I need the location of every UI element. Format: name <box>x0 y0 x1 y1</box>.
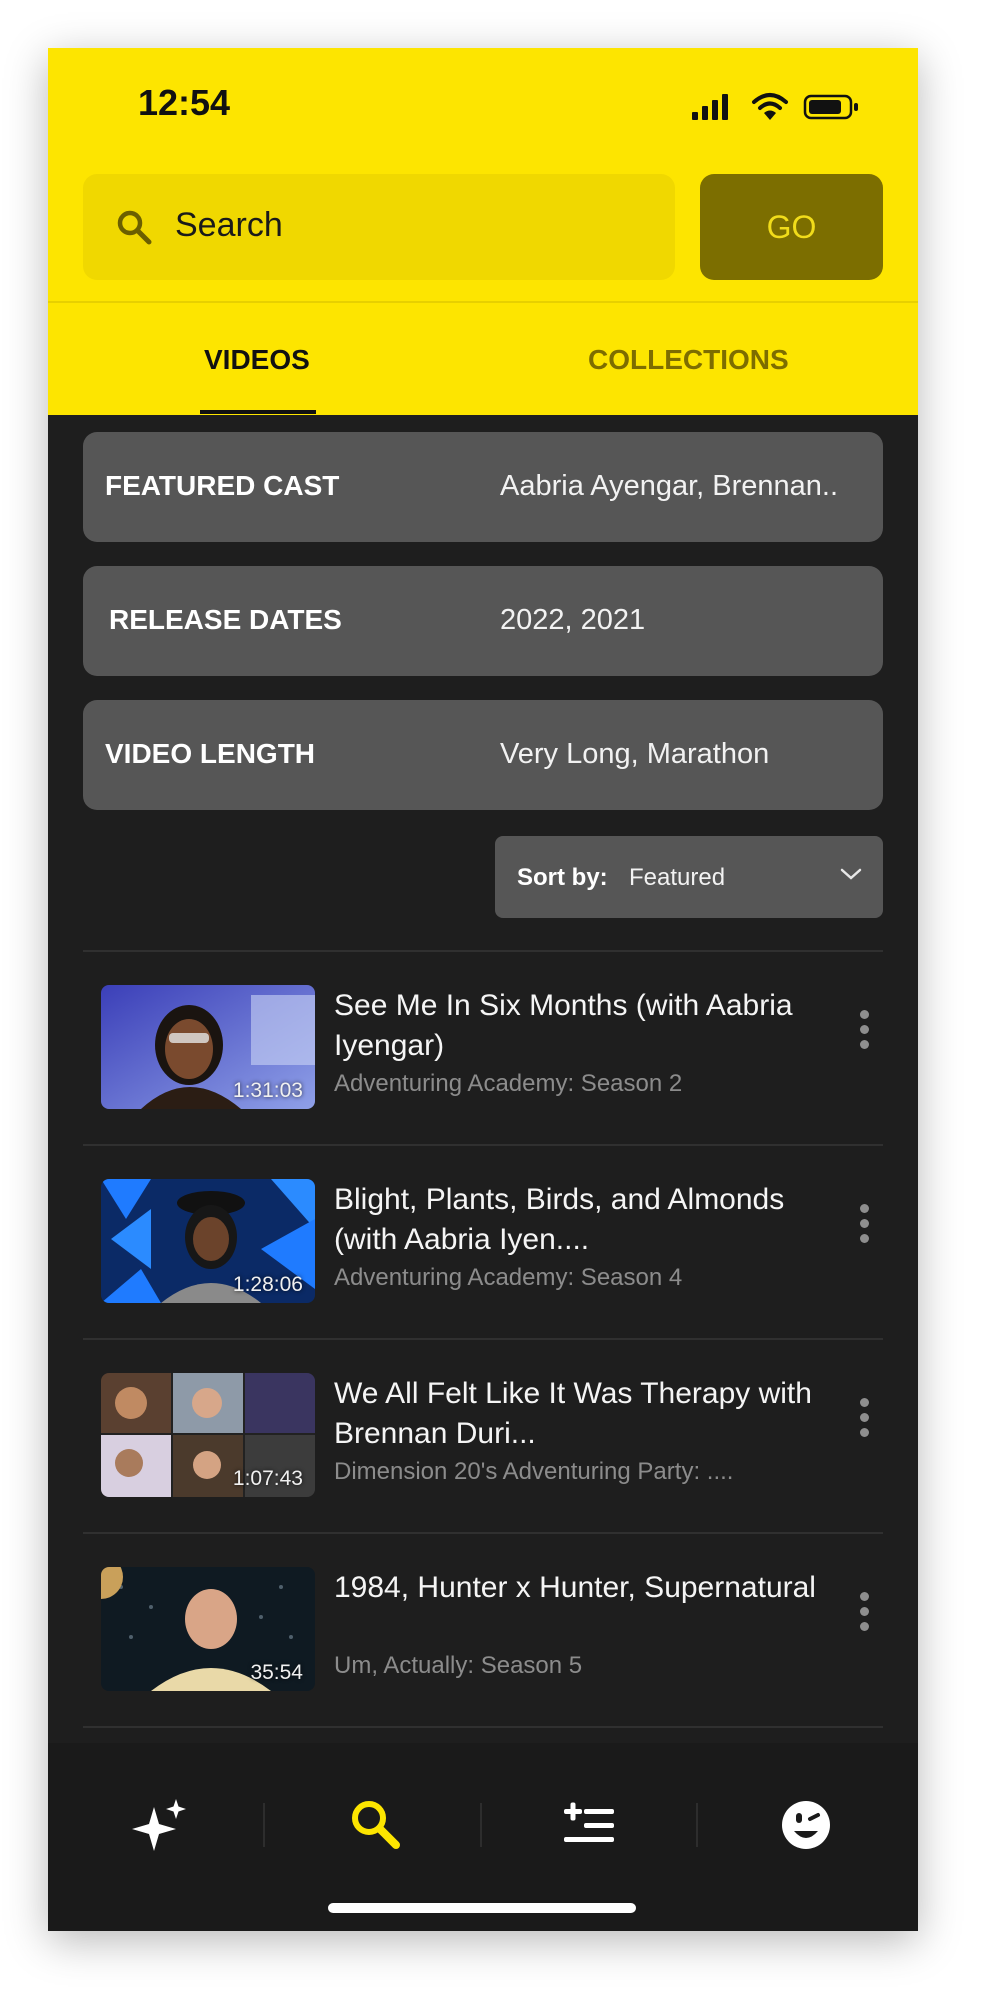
search-input[interactable]: Search <box>83 174 675 280</box>
list-item[interactable]: 1:28:06 Blight, Plants, Birds, and Almon… <box>48 1146 918 1336</box>
search-placeholder: Search <box>175 206 283 244</box>
filter-video-length[interactable]: VIDEO LENGTH Very Long, Marathon <box>83 700 883 810</box>
filter-release-dates[interactable]: RELEASE DATES 2022, 2021 <box>83 566 883 676</box>
video-title: Blight, Plants, Birds, and Almonds (with… <box>334 1183 785 1256</box>
filter-label: VIDEO LENGTH <box>105 738 316 769</box>
go-button[interactable]: GO <box>700 174 883 280</box>
header-divider <box>48 301 918 303</box>
list-item[interactable]: 1:31:03 See Me In Six Months (with Aabri… <box>48 952 918 1142</box>
video-subtitle: Adventuring Academy: Season 2 <box>334 1070 683 1097</box>
video-title: We All Felt Like It Was Therapy with Bre… <box>334 1377 812 1450</box>
video-duration: 1:28:06 <box>232 1273 303 1296</box>
phone-screen: 12:54 Search GO VIDEOS COLLECTIONS FEATU… <box>48 48 918 1931</box>
sort-value: Featured <box>629 864 726 891</box>
status-icons <box>692 90 862 120</box>
video-duration: 1:07:43 <box>232 1467 303 1490</box>
sort-dropdown[interactable]: Sort by: Featured <box>495 836 883 918</box>
more-options-icon[interactable] <box>860 1592 870 1632</box>
search-icon[interactable] <box>346 1795 406 1860</box>
bottom-nav <box>48 1743 918 1931</box>
header: 12:54 Search GO VIDEOS COLLECTIONS <box>48 48 918 415</box>
nav-separator <box>696 1803 698 1847</box>
filter-label: FEATURED CAST <box>105 470 340 501</box>
status-time: 12:54 <box>138 82 231 123</box>
search-icon <box>115 208 155 253</box>
filter-value: Very Long, Marathon <box>500 738 770 770</box>
sort-label: Sort by: <box>517 864 608 891</box>
video-subtitle: Dimension 20's Adventuring Party: .... <box>334 1458 734 1485</box>
home-indicator <box>328 1903 636 1913</box>
filter-value: Aabria Ayengar, Brennan.. <box>500 470 839 502</box>
nav-separator <box>480 1803 482 1847</box>
more-options-icon[interactable] <box>860 1398 870 1438</box>
wifi-icon <box>752 93 788 120</box>
video-subtitle: Um, Actually: Season 5 <box>334 1652 583 1679</box>
video-thumbnail: 35:54 <box>101 1567 315 1691</box>
video-duration: 35:54 <box>250 1661 303 1684</box>
filter-featured-cast[interactable]: FEATURED CAST Aabria Ayengar, Brennan.. <box>83 432 883 542</box>
nav-separator <box>263 1803 265 1847</box>
signal-icon <box>692 94 728 120</box>
tab-collections[interactable]: COLLECTIONS <box>588 344 789 376</box>
battery-icon <box>803 94 858 120</box>
video-thumbnail: 1:07:43 <box>101 1373 315 1497</box>
video-title: See Me In Six Months (with Aabria Iyenga… <box>334 989 793 1062</box>
video-subtitle: Adventuring Academy: Season 4 <box>334 1264 683 1291</box>
profile-face-icon[interactable] <box>776 1795 836 1860</box>
list-item[interactable]: 35:54 1984, Hunter x Hunter, Supernatura… <box>48 1534 918 1724</box>
queue-add-icon[interactable] <box>560 1795 620 1860</box>
filter-label: RELEASE DATES <box>109 604 342 635</box>
video-title: 1984, Hunter x Hunter, Supernatural <box>334 1571 816 1604</box>
video-thumbnail: 1:31:03 <box>101 985 315 1109</box>
video-duration: 1:31:03 <box>232 1079 303 1102</box>
more-options-icon[interactable] <box>860 1204 870 1244</box>
list-divider <box>83 1726 883 1728</box>
tab-videos[interactable]: VIDEOS <box>204 344 310 376</box>
sparkles-icon[interactable] <box>130 1795 190 1860</box>
filter-value: 2022, 2021 <box>500 604 646 636</box>
chevron-down-icon <box>839 866 863 887</box>
list-item[interactable]: 1:07:43 We All Felt Like It Was Therapy … <box>48 1340 918 1530</box>
more-options-icon[interactable] <box>860 1010 870 1050</box>
active-tab-indicator <box>200 410 316 414</box>
video-thumbnail: 1:28:06 <box>101 1179 315 1303</box>
